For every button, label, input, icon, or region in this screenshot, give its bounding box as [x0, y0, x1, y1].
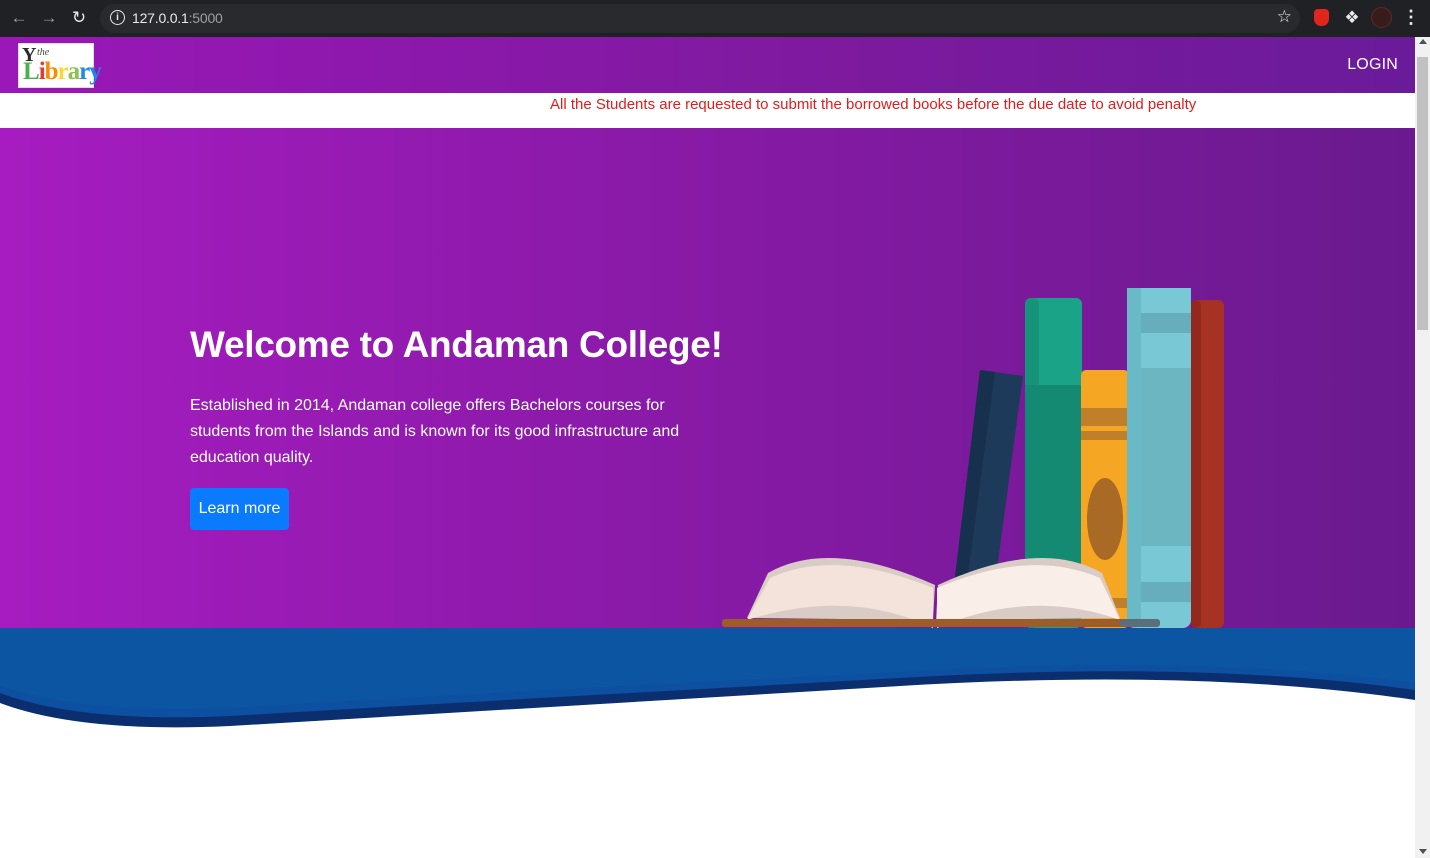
address-bar[interactable]: i 127.0.0.1:5000 ☆: [100, 4, 1300, 33]
library-logo[interactable]: Y the Library: [18, 43, 102, 88]
red-book: [1191, 300, 1224, 628]
learn-more-button[interactable]: Learn more: [190, 488, 289, 530]
hero-section: Welcome to Andaman College! Established …: [0, 128, 1415, 628]
menu-dots-icon[interactable]: ⋮: [1402, 5, 1420, 29]
profile-icon[interactable]: [1371, 7, 1393, 29]
logo-word: Library: [23, 58, 102, 85]
notice-text: All the Students are requested to submit…: [550, 96, 1197, 113]
url-text[interactable]: 127.0.0.1:5000: [132, 10, 223, 26]
page-scrollbar[interactable]: [1415, 37, 1430, 858]
login-link[interactable]: LOGIN: [1347, 56, 1398, 74]
books-illustration: [722, 288, 1224, 628]
info-icon[interactable]: i: [110, 10, 125, 25]
url-port: :5000: [188, 10, 223, 26]
scroll-down-arrow-icon[interactable]: [1419, 849, 1427, 854]
browser-toolbar: ← → ↻ i 127.0.0.1:5000 ☆ ❖ ⋮: [0, 0, 1430, 37]
notice-banner: All the Students are requested to submit…: [0, 93, 1415, 128]
web-page: Y the Library LOGIN All the Students are…: [0, 37, 1415, 858]
scroll-up-arrow-icon[interactable]: [1419, 39, 1427, 44]
scroll-thumb[interactable]: [1417, 57, 1428, 330]
hero-title: Welcome to Andaman College!: [190, 324, 723, 365]
star-icon[interactable]: ☆: [1277, 7, 1292, 27]
url-host: 127.0.0.1: [132, 10, 189, 26]
puzzle-icon[interactable]: ❖: [1341, 7, 1363, 29]
logo-small-text: the: [37, 47, 50, 58]
reload-icon[interactable]: ↻: [67, 6, 91, 30]
hero-description: Established in 2014, Andaman college off…: [190, 397, 680, 466]
back-arrow-icon[interactable]: ←: [7, 6, 31, 30]
extension-icon[interactable]: [1311, 7, 1333, 29]
wave-divider: [0, 628, 1415, 748]
light-blue-book: [1127, 288, 1191, 628]
navbar: Y the Library LOGIN: [0, 37, 1415, 93]
forward-arrow-icon[interactable]: →: [37, 6, 61, 30]
